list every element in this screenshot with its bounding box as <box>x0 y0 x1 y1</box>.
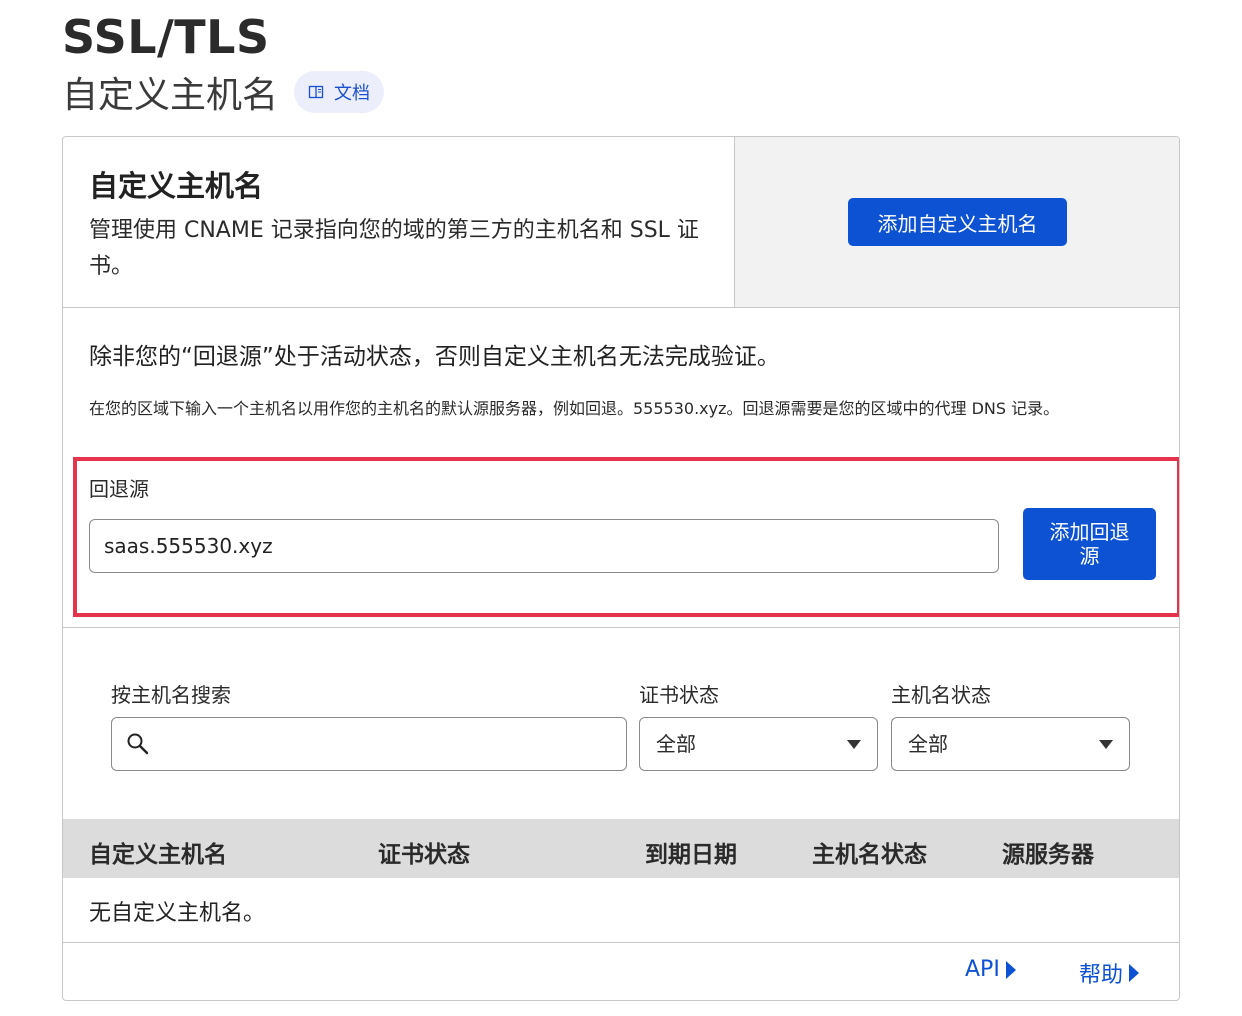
card-header: 自定义主机名 管理使用 CNAME 记录指向您的域的第三方的主机名和 SSL 证… <box>63 137 1179 308</box>
page-subtitle-text: 自定义主机名 <box>62 75 279 116</box>
table-header: 自定义主机名 证书状态 到期日期 主机名状态 源服务器 <box>63 819 1179 878</box>
docs-button[interactable]: 文档 <box>294 71 385 113</box>
docs-button-label: 文档 <box>334 83 371 104</box>
page-title: SSL/TLS <box>62 10 270 64</box>
column-header-expiry[interactable]: 到期日期 <box>645 835 737 869</box>
hostname-status-label: 主机名状态 <box>891 683 991 707</box>
cert-status-value: 全部 <box>656 732 696 756</box>
fallback-origin-label: 回退源 <box>89 477 149 501</box>
page-subtitle: 自定义主机名 文档 <box>62 66 385 118</box>
section-divider <box>63 627 1179 628</box>
add-custom-hostname-button[interactable]: 添加自定义主机名 <box>848 198 1067 246</box>
book-icon <box>308 85 324 99</box>
column-header-hostname[interactable]: 自定义主机名 <box>89 835 227 869</box>
search-icon <box>127 733 149 755</box>
caret-right-icon <box>1005 960 1016 979</box>
empty-table-message: 无自定义主机名。 <box>89 901 266 926</box>
add-fallback-origin-button[interactable]: 添加回退源 <box>1023 508 1156 580</box>
help-link[interactable]: 帮助 <box>1079 957 1140 989</box>
hostname-status-value: 全部 <box>908 732 948 756</box>
fallback-origin-input[interactable] <box>89 519 999 573</box>
fallback-origin-section: 回退源 添加回退源 <box>73 457 1179 617</box>
card-header-info: 自定义主机名 管理使用 CNAME 记录指向您的域的第三方的主机名和 SSL 证… <box>63 137 734 307</box>
api-link-label: API <box>965 957 1000 982</box>
cert-status-select[interactable]: 全部 <box>639 717 878 771</box>
column-header-origin-server[interactable]: 源服务器 <box>1002 835 1094 869</box>
custom-hostnames-card: 自定义主机名 管理使用 CNAME 记录指向您的域的第三方的主机名和 SSL 证… <box>62 136 1180 1001</box>
api-link[interactable]: API <box>965 957 1016 982</box>
search-label: 按主机名搜索 <box>111 683 231 707</box>
fallback-warning: 除非您的“回退源”处于活动状态，否则自定义主机名无法完成验证。 <box>89 344 780 370</box>
column-header-hostname-status[interactable]: 主机名状态 <box>812 835 927 869</box>
column-header-cert-status[interactable]: 证书状态 <box>378 835 470 869</box>
caret-right-icon <box>1129 964 1140 982</box>
card-title: 自定义主机名 <box>89 169 264 203</box>
hostname-search-input[interactable] <box>111 717 627 771</box>
card-header-actions: 添加自定义主机名 <box>734 137 1179 307</box>
hostname-status-select[interactable]: 全部 <box>891 717 1130 771</box>
card-description: 管理使用 CNAME 记录指向您的域的第三方的主机名和 SSL 证书。 <box>89 218 699 279</box>
cert-status-label: 证书状态 <box>639 683 719 707</box>
footer-divider <box>63 942 1179 943</box>
fallback-info: 在您的区域下输入一个主机名以用作您的主机名的默认源服务器，例如回退。555530… <box>89 399 1060 418</box>
chevron-down-icon <box>847 740 861 749</box>
help-link-label: 帮助 <box>1079 963 1124 988</box>
chevron-down-icon <box>1099 740 1113 749</box>
